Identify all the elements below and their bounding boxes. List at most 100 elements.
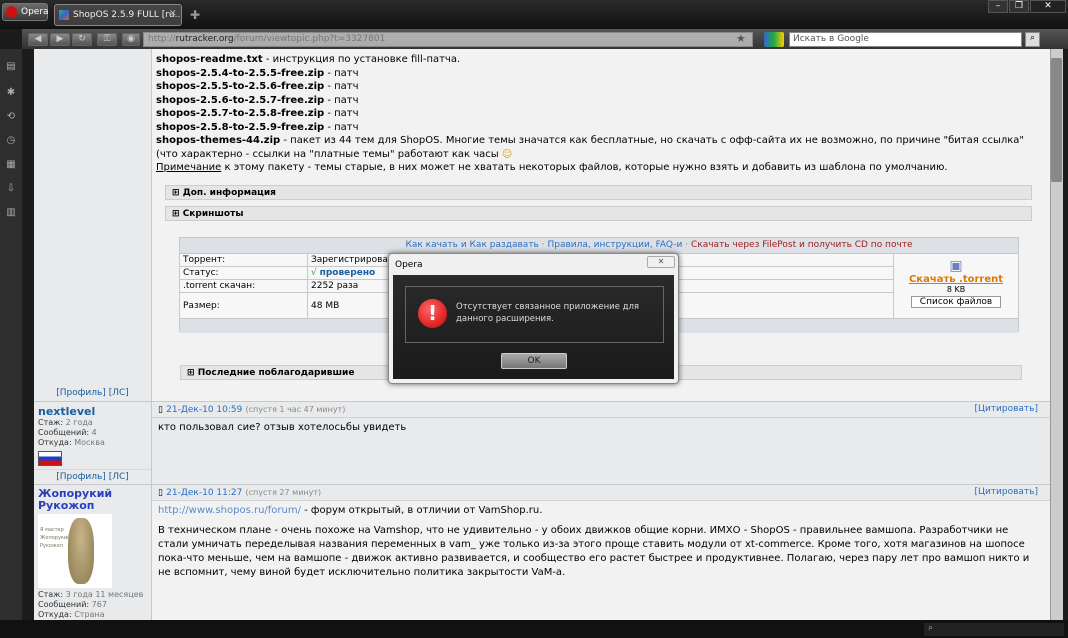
tab-shopos[interactable]: ShopOS 2.5.9 FULL [ru... ✕ [54,4,182,26]
post-text: В техническом плане - очень похоже на Va… [158,525,1030,578]
file-name: shopos-readme.txt [156,54,263,65]
stazh: 2 года [65,418,93,427]
status-text: проверено [319,268,376,278]
file-line: shopos-2.5.6-to-2.5.7-free.zip - патч [156,94,1046,108]
tab-title: ShopOS 2.5.9 FULL [ru... [73,10,182,20]
filepost-link[interactable]: Скачать через FilePost и получить CD по … [691,240,913,250]
from: Страна [74,610,105,619]
notes-icon[interactable]: ▦ [4,159,18,171]
file-line: shopos-readme.txt - инструкция по устано… [156,53,1046,67]
opera-menu-button[interactable]: Opera [2,3,49,21]
error-icon: ! [418,299,447,328]
author-nick[interactable]: nextlevel [38,405,147,418]
quote-button[interactable]: [Цитировать] [974,404,1038,414]
dialog-close-button[interactable]: ✕ [647,256,675,268]
post-icon: ▯ [158,488,163,498]
restore-button[interactable]: ❐ [1009,0,1029,13]
pm-link[interactable]: [ЛС] [109,472,129,482]
close-window-button[interactable]: ✕ [1030,0,1066,13]
file-desc: - патч [324,67,359,79]
history-icon[interactable]: ◷ [4,135,18,147]
widgets-icon[interactable]: ✱ [4,87,18,99]
floppy-icon: ▣ [949,258,963,274]
side-panel: ▤ ✱ ⟲ ◷ ▦ ⇩ ▥ [0,49,22,620]
file-list-button[interactable]: Список файлов [911,296,1001,308]
download-torrent-link[interactable]: Скачать .torrent [897,274,1015,285]
bookmarks-icon[interactable]: ▤ [4,61,18,73]
file-name: shopos-2.5.7-to-2.5.8-free.zip [156,108,325,119]
spoiler-label: Доп. информация [182,188,276,198]
profile-link[interactable]: [Профиль] [56,388,106,398]
msgs-label: Сообщений: [38,428,90,437]
key-icon[interactable]: ⚿ [97,33,117,46]
post-ago: (спустя 1 час 47 минут) [245,405,346,414]
post-ago: (спустя 27 минут) [245,488,322,497]
shopos-forum-link[interactable]: http://www.shopos.ru/forum/ [158,505,301,516]
themes-file: shopos-themes-44.zip [156,135,281,146]
file-name: shopos-2.5.4-to-2.5.5-free.zip [156,67,325,79]
file-name: shopos-2.5.6-to-2.5.7-free.zip [156,94,325,106]
howto-link[interactable]: Как качать и Как раздавать [405,240,538,250]
note-link[interactable]: Примечание [156,162,221,173]
search-icon[interactable]: ⌕ [1025,32,1040,47]
from-label: Откуда: [38,610,72,619]
file-name: shopos-2.5.8-to-2.5.9-free.zip [156,121,325,133]
msgs: 767 [91,600,107,609]
post-date[interactable]: 21-Дек-10 10:59 [166,405,242,415]
opera-label: Opera [21,7,49,17]
opera-dialog: Opera ✕ ! Отсутствует связанное приложен… [388,253,679,384]
sep: · [685,240,689,250]
bookmark-star-icon[interactable]: ★ [736,32,746,45]
post1-profile-links: [Профиль] [ЛС] [34,385,152,402]
panels-icon[interactable]: ▥ [4,207,18,219]
downloads-icon[interactable]: ⇩ [4,183,18,195]
post2-body: ▯ 21-Дек-10 10:59 (спустя 1 час 47 минут… [152,402,1050,484]
dialog-body: ! Отсутствует связанное приложение для д… [393,275,674,379]
post-text: кто пользовал сие? отзыв хотелосьбы увид… [158,422,407,433]
flag-russia-icon [38,451,62,466]
url-prefix: http:// [148,34,176,44]
stazh-label: Стаж: [38,418,64,427]
address-input[interactable]: http://rutracker.org/forum/viewtopic.php… [143,32,753,47]
themes-desc: - пакет из 44 тем для ShopOS. Многие тем… [156,135,1025,160]
search-input[interactable]: Искать в Google [789,32,1022,47]
file-desc: - инструкция по установке fill-патча. [262,54,461,65]
post-icon: ▯ [158,405,163,415]
status-label: Статус: [179,266,308,280]
file-desc: - патч [324,81,359,92]
scrollbar-thumb[interactable] [1051,58,1062,182]
url-domain: rutracker.org [175,34,234,44]
stazh: 3 года 11 месяцев [65,590,144,599]
close-tab-icon[interactable]: ✕ [169,9,177,19]
post-date[interactable]: 21-Дек-10 11:27 [166,488,242,498]
zoom-slider[interactable]: ⌕ [924,623,1064,636]
spoiler-screenshots[interactable]: ⊞ Скриншоты [165,206,1032,221]
reload-button[interactable]: ↻ [72,33,92,46]
site-info-icon[interactable]: ◉ [122,33,140,46]
forward-button[interactable]: ▶ [50,33,70,46]
check-icon: √ [311,268,317,278]
quote-button[interactable]: [Цитировать] [974,487,1038,497]
file-line: shopos-2.5.5-to-2.5.6-free.zip - патч [156,80,1046,94]
rules-link[interactable]: Правила, инструкции, FAQ-и [548,240,683,250]
dialog-message-box: ! Отсутствует связанное приложение для д… [405,286,664,343]
post1-body: shopos-readme.txt - инструкция по устано… [152,53,1050,175]
ok-button[interactable]: OK [501,353,567,369]
spoiler-extra-info[interactable]: ⊞ Доп. информация [165,185,1032,200]
new-tab-button[interactable]: ✚ [190,8,200,22]
search-engine-icon[interactable] [764,32,784,47]
from: Москва [74,438,105,447]
downloads-label: .torrent скачан: [179,279,308,293]
minimize-button[interactable]: – [988,0,1008,13]
back-button[interactable]: ◀ [28,33,48,46]
file-desc: - патч [324,121,359,133]
author-nick[interactable]: Жопорукий Рукожоп [38,488,147,512]
post2-profile-links: [Профиль] [ЛС] [34,469,152,484]
spoiler-label: Последние поблагодарившие [197,368,355,378]
smiley-icon: ☺ [501,148,513,160]
avatar-text: Я мастер Жопорукий Рукожоп [40,527,71,549]
unite-icon[interactable]: ⟲ [4,111,18,123]
pm-link[interactable]: [ЛС] [109,388,129,398]
msgs-label: Сообщений: [38,600,90,609]
profile-link[interactable]: [Профиль] [56,472,106,482]
